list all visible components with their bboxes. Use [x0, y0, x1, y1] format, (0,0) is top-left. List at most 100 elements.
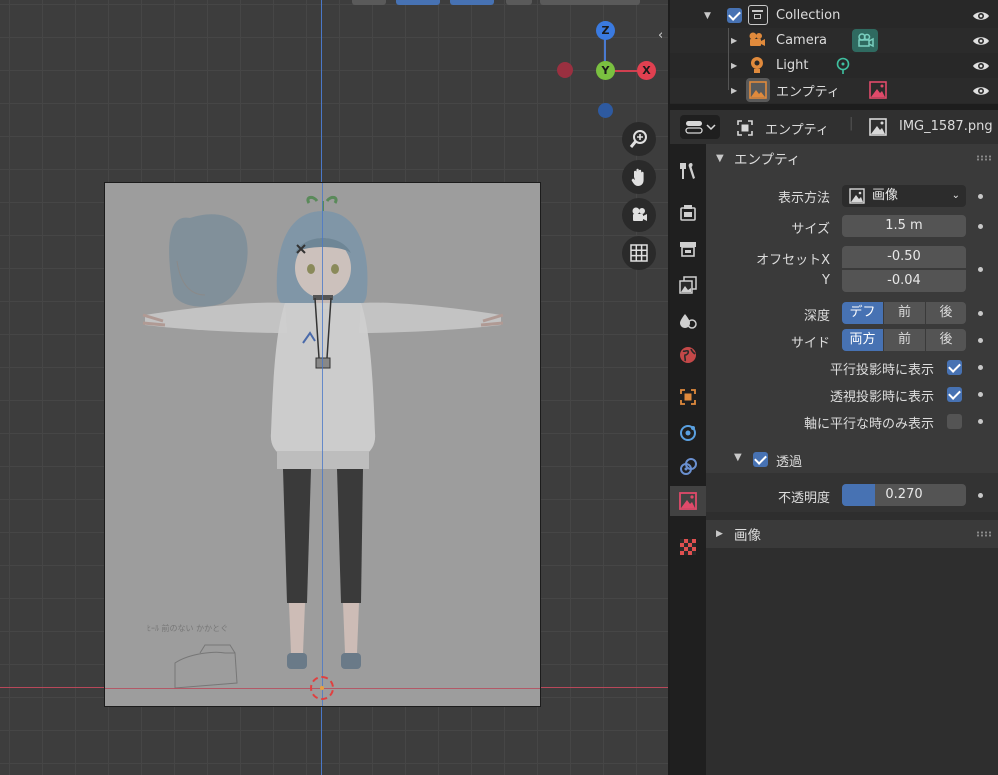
- keyframe-dot[interactable]: [978, 267, 983, 272]
- hand-pan-icon[interactable]: [622, 160, 656, 194]
- display-as-label: 表示方法: [777, 191, 830, 206]
- expand-icon[interactable]: ▶: [716, 529, 730, 539]
- image-icon: [849, 188, 865, 204]
- outliner-row-collection[interactable]: ▼ Collection: [670, 3, 998, 28]
- image-icon: [869, 118, 887, 136]
- tab-object-data[interactable]: [670, 486, 706, 516]
- viewport-shading-buttons[interactable]: [540, 0, 640, 5]
- image-data-icon[interactable]: [869, 81, 887, 99]
- collapse-icon[interactable]: ▼: [734, 452, 742, 463]
- output-icon: [680, 242, 696, 257]
- tree-line: [728, 78, 729, 90]
- eye-icon[interactable]: [972, 34, 990, 48]
- drag-handle-icon[interactable]: [976, 155, 992, 161]
- side-option-back[interactable]: 後: [926, 329, 966, 351]
- keyframe-dot[interactable]: [978, 311, 983, 316]
- keyframe-dot[interactable]: [978, 224, 983, 229]
- panel-title: 画像: [734, 528, 761, 544]
- depth-option-back[interactable]: 後: [926, 302, 966, 324]
- depth-option-default[interactable]: デフ: [842, 302, 883, 324]
- tab-scene[interactable]: [673, 306, 703, 336]
- transparency-subpanel-header[interactable]: ▼ 透過: [706, 445, 998, 473]
- expand-icon[interactable]: ▼: [704, 11, 711, 21]
- 3d-viewport[interactable]: ﾋｰﾙ 前のない かかとぐ Z Y X ‹: [0, 0, 668, 775]
- depth-segmented: デフ 前 後: [842, 302, 966, 324]
- keyframe-dot[interactable]: [978, 419, 983, 424]
- tab-constraints[interactable]: [673, 452, 703, 482]
- side-option-both[interactable]: 両方: [842, 329, 883, 351]
- tab-object[interactable]: [673, 382, 703, 412]
- world-icon: [680, 347, 696, 363]
- display-as-value: 画像: [872, 188, 899, 203]
- tab-tool[interactable]: [673, 156, 703, 186]
- light-icon: [751, 57, 763, 73]
- transparency-checkbox[interactable]: [753, 452, 768, 467]
- show-persp-checkbox[interactable]: [947, 387, 962, 402]
- gizmo-x-axis[interactable]: X: [637, 61, 656, 80]
- keyframe-dot[interactable]: [978, 338, 983, 343]
- image-empty-icon: [746, 78, 770, 102]
- y-axis-line-overlay: [322, 183, 323, 706]
- collapse-icon[interactable]: ▼: [716, 153, 730, 164]
- image-panel-header[interactable]: ▶ 画像: [706, 520, 998, 548]
- outliner-row-empty[interactable]: ▶ エンプティ: [670, 78, 998, 103]
- expand-icon[interactable]: ▶: [731, 61, 737, 70]
- keyframe-dot[interactable]: [978, 392, 983, 397]
- viewport-header-tool[interactable]: [450, 0, 494, 5]
- gizmo-neg-z-axis[interactable]: [598, 103, 613, 118]
- tab-view-layer[interactable]: [673, 270, 703, 300]
- viewport-header-tool[interactable]: [396, 0, 440, 5]
- camera-icon: [749, 32, 765, 46]
- expand-icon[interactable]: ▶: [731, 36, 737, 45]
- light-data-icon[interactable]: [835, 57, 851, 75]
- only-axis-aligned-checkbox[interactable]: [947, 414, 962, 429]
- eye-icon[interactable]: [972, 84, 990, 98]
- opacity-slider-fill: [842, 484, 876, 506]
- keyframe-dot[interactable]: [978, 493, 983, 498]
- reference-image-empty[interactable]: ﾋｰﾙ 前のない かかとぐ: [104, 182, 541, 707]
- texture-icon: [680, 539, 696, 555]
- tab-world[interactable]: [673, 340, 703, 370]
- gizmo-y-axis[interactable]: Y: [596, 61, 615, 80]
- zoom-icon[interactable]: [622, 122, 656, 156]
- camera-view-icon[interactable]: [622, 198, 656, 232]
- eye-icon[interactable]: [972, 59, 990, 73]
- gizmo-z-axis[interactable]: Z: [596, 21, 615, 40]
- collection-checkbox[interactable]: [727, 8, 742, 23]
- display-as-dropdown[interactable]: 画像 ⌄: [842, 185, 966, 207]
- 3d-cursor[interactable]: [310, 676, 334, 700]
- side-option-front[interactable]: 前: [884, 329, 925, 351]
- viewport-header-tool[interactable]: [506, 0, 532, 5]
- offset-x-field[interactable]: -0.50: [842, 246, 966, 268]
- outliner-row-light[interactable]: ▶ Light: [670, 53, 998, 78]
- object-icon: [737, 120, 753, 136]
- image-name: IMG_1587.png: [899, 119, 993, 134]
- show-ortho-checkbox[interactable]: [947, 360, 962, 375]
- opacity-slider[interactable]: 0.270: [842, 484, 966, 506]
- size-field[interactable]: 1.5 m: [842, 215, 966, 237]
- keyframe-dot[interactable]: [978, 194, 983, 199]
- tab-output[interactable]: [673, 234, 703, 264]
- character-reference-drawing: ﾋｰﾙ 前のない かかとぐ: [142, 195, 504, 689]
- outliner-row-camera[interactable]: ▶ Camera: [670, 28, 998, 53]
- empty-panel-header[interactable]: ▼ エンプティ: [706, 144, 998, 172]
- offset-y-field[interactable]: -0.04: [842, 270, 966, 292]
- viewport-header-tool[interactable]: [352, 0, 386, 5]
- show-ortho-label: 平行投影時に表示: [829, 363, 934, 378]
- editor-type-dropdown[interactable]: [680, 115, 720, 139]
- keyframe-dot[interactable]: [978, 365, 983, 370]
- sidebar-toggle-icon[interactable]: ‹: [658, 28, 668, 43]
- tab-render[interactable]: [673, 198, 703, 228]
- outliner[interactable]: ▼ Collection ▶ Camera ▶ Light ▶ エンプティ: [670, 0, 998, 104]
- properties-body: ▼ エンプティ 表示方法 画像 ⌄ サイズ 1.5 m オフセットX -0.50…: [706, 144, 998, 775]
- tab-physics[interactable]: [673, 418, 703, 448]
- tab-texture[interactable]: [673, 532, 703, 562]
- gizmo-neg-x-axis[interactable]: [557, 62, 573, 78]
- drag-handle-icon[interactable]: [976, 531, 992, 537]
- camera-data-icon[interactable]: [852, 29, 878, 52]
- eye-icon[interactable]: [972, 9, 990, 23]
- depth-option-front[interactable]: 前: [884, 302, 925, 324]
- scene-icon: [680, 314, 697, 329]
- expand-icon[interactable]: ▶: [731, 86, 737, 95]
- grid-ortho-icon[interactable]: [622, 236, 656, 270]
